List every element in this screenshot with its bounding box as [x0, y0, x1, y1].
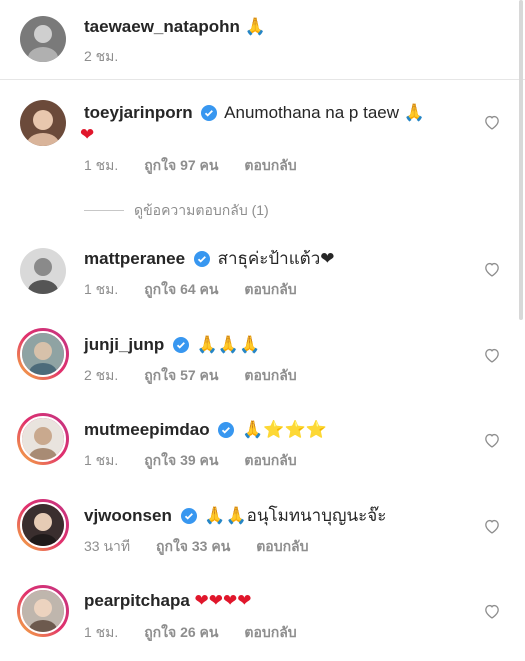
- timestamp: 2 ชม.: [84, 48, 119, 64]
- reply-button[interactable]: ตอบกลับ: [244, 452, 296, 468]
- reply-button[interactable]: ตอบกลับ: [244, 367, 296, 383]
- heart-outline-icon[interactable]: [483, 347, 501, 363]
- likes-count[interactable]: ถูกใจ 57 คน: [144, 367, 218, 383]
- reply-button[interactable]: ตอบกลับ: [256, 538, 308, 554]
- comment-text: สาธุค่ะป้าแต้ว❤: [217, 249, 335, 268]
- view-replies-label: ดูข้อความตอบกลับ (1): [134, 202, 269, 218]
- likes-count[interactable]: ถูกใจ 97 คน: [144, 157, 218, 173]
- likes-count[interactable]: ถูกใจ 33 คน: [156, 538, 230, 554]
- username[interactable]: mutmeepimdao: [84, 420, 210, 439]
- heart-outline-icon[interactable]: [483, 432, 501, 448]
- avatar-story-ring[interactable]: [17, 328, 69, 380]
- comment-text: ❤❤❤❤: [194, 591, 252, 611]
- avatar-story-ring[interactable]: [17, 499, 69, 551]
- timestamp: 1 ชม.: [84, 157, 119, 173]
- timestamp: 1 ชม.: [84, 452, 119, 468]
- comment-text: 🙏🙏อนุโมทนาบุญนะจ๊ะ: [204, 506, 387, 525]
- avatar-story-ring[interactable]: [17, 585, 69, 637]
- avatar[interactable]: [20, 100, 66, 146]
- comment-text-continuation: ❤: [80, 125, 95, 145]
- timestamp: 1 ชม.: [84, 281, 119, 297]
- reply-button[interactable]: ตอบกลับ: [244, 624, 296, 640]
- comment-text: Anumothana na p taew 🙏: [224, 103, 425, 122]
- comment-text: 🙏⭐⭐⭐: [242, 420, 327, 440]
- username[interactable]: junji_junp: [84, 335, 164, 354]
- verified-badge-icon: [193, 251, 210, 267]
- username[interactable]: toeyjarinporn: [84, 103, 193, 122]
- verified-badge-icon: [218, 422, 235, 438]
- timestamp: 2 ชม.: [84, 367, 119, 383]
- avatar[interactable]: [20, 16, 66, 62]
- username[interactable]: taewaew_natapohn: [84, 17, 240, 36]
- verified-badge-icon: [180, 508, 197, 524]
- heart-outline-icon[interactable]: [483, 261, 501, 277]
- timestamp: 1 ชม.: [84, 624, 119, 640]
- heart-outline-icon[interactable]: [483, 603, 501, 619]
- avatar[interactable]: [20, 248, 66, 294]
- view-replies-link[interactable]: ดูข้อความตอบกลับ (1): [84, 200, 269, 222]
- caption-text: 🙏: [244, 17, 266, 37]
- username[interactable]: pearpitchapa: [84, 591, 190, 610]
- scrollbar[interactable]: [519, 0, 523, 320]
- comment-text: 🙏🙏🙏: [196, 335, 261, 355]
- post-caption: taewaew_natapohn 🙏 2 ชม.: [0, 0, 525, 80]
- username[interactable]: vjwoonsen: [84, 506, 172, 525]
- heart-outline-icon[interactable]: [483, 114, 501, 130]
- verified-badge-icon: [173, 337, 190, 353]
- divider: [84, 210, 124, 211]
- timestamp: 33 นาที: [84, 538, 131, 554]
- heart-outline-icon[interactable]: [483, 518, 501, 534]
- reply-button[interactable]: ตอบกลับ: [244, 281, 296, 297]
- likes-count[interactable]: ถูกใจ 64 คน: [144, 281, 218, 297]
- likes-count[interactable]: ถูกใจ 39 คน: [144, 452, 218, 468]
- avatar-story-ring[interactable]: [17, 413, 69, 465]
- verified-badge-icon: [201, 105, 218, 121]
- likes-count[interactable]: ถูกใจ 26 คน: [144, 624, 218, 640]
- reply-button[interactable]: ตอบกลับ: [244, 157, 296, 173]
- username[interactable]: mattperanee: [84, 249, 185, 268]
